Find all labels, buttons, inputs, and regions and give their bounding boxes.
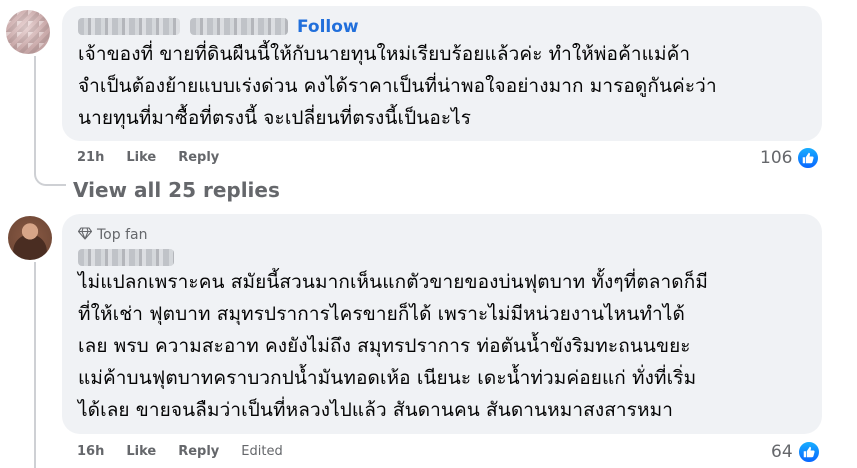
reply-button[interactable]: Reply <box>178 444 219 459</box>
thread-line-curve <box>34 170 66 186</box>
like-icon <box>796 440 821 464</box>
author-name-blurred[interactable] <box>190 18 288 35</box>
follow-button[interactable]: Follow <box>297 17 359 37</box>
comment-timestamp[interactable]: 21h <box>77 150 104 165</box>
author-name-blurred[interactable] <box>78 249 174 266</box>
reaction-count: 106 <box>760 148 793 168</box>
avatar[interactable] <box>8 216 52 260</box>
top-fan-label: Top fan <box>97 227 148 243</box>
avatar[interactable] <box>6 10 50 54</box>
comment-timestamp[interactable]: 16h <box>77 444 104 459</box>
like-button[interactable]: Like <box>126 150 156 165</box>
comment-actions: 16h Like Reply Edited <box>77 444 283 459</box>
comment-text: เจ้าของที่ ขายที่ดินผืนนี้ให้กับนายทุนให… <box>78 43 717 129</box>
reaction-summary[interactable]: 106 <box>760 146 821 170</box>
diamond-icon <box>77 226 93 244</box>
comment-text: ไม่แปลกเพราะคน สมัยนี้สวนมากเห็นแกตัวขาย… <box>78 271 708 421</box>
comment-actions: 21h Like Reply <box>77 150 219 165</box>
author-name-blurred[interactable] <box>78 18 180 35</box>
reaction-count: 64 <box>771 442 793 462</box>
like-button[interactable]: Like <box>126 444 156 459</box>
reaction-summary[interactable]: 64 <box>771 440 821 464</box>
view-all-replies-link[interactable]: View all 25 replies <box>73 178 280 202</box>
top-fan-badge: Top fan <box>77 225 148 245</box>
thread-line-vertical <box>34 56 36 174</box>
like-icon <box>796 146 821 170</box>
edited-label: Edited <box>241 444 283 459</box>
reply-button[interactable]: Reply <box>178 150 219 165</box>
thread-line-vertical-2 <box>34 262 36 468</box>
